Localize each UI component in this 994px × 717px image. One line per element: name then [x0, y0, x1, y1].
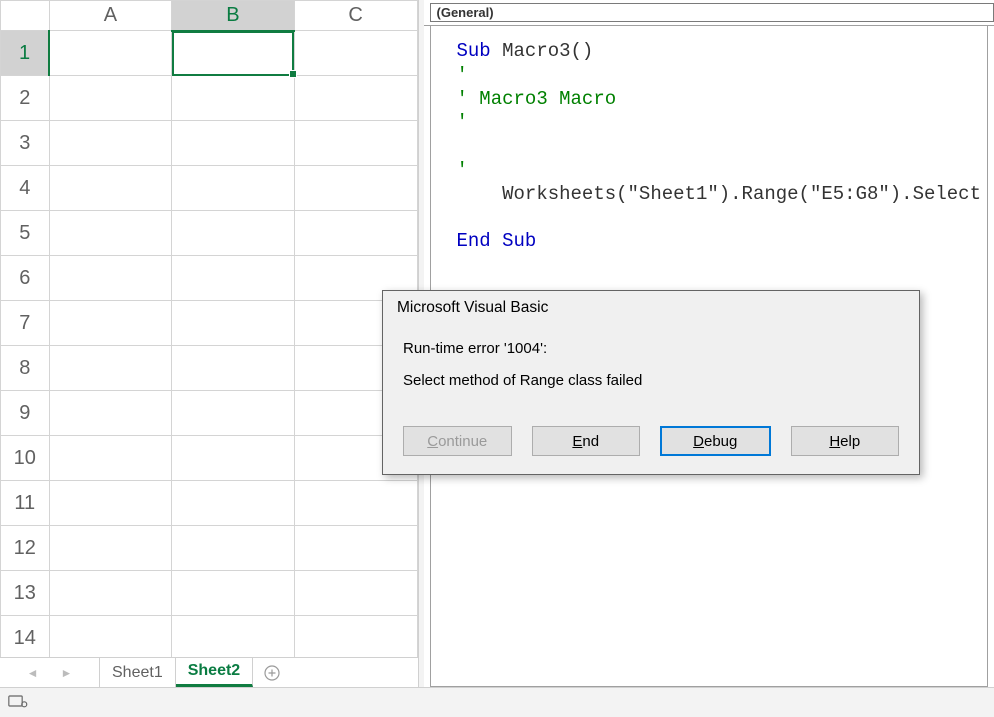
- code-comment-2: ' Macro3 Macro: [457, 88, 617, 110]
- cell-A6[interactable]: [49, 256, 172, 301]
- grid-table: A B C 1 2 3 4 5 6 7 8 9: [0, 0, 418, 657]
- row-header-12[interactable]: 12: [1, 526, 50, 571]
- select-all-corner[interactable]: [1, 1, 50, 31]
- cell-C1[interactable]: [294, 31, 417, 76]
- macro-record-icon[interactable]: [8, 693, 28, 712]
- cell-C13[interactable]: [294, 571, 417, 616]
- plus-circle-icon: [264, 665, 280, 681]
- dialog-button-row: Continue End Debug Help: [383, 418, 919, 474]
- tab-scroll-arrows[interactable]: ◄ ►: [0, 658, 100, 687]
- dialog-error-code: Run-time error '1004':: [403, 333, 899, 365]
- cell-A2[interactable]: [49, 76, 172, 121]
- code-comment-4: ': [457, 159, 468, 181]
- row-header-1[interactable]: 1: [1, 31, 50, 76]
- cell-B5[interactable]: [172, 211, 295, 256]
- col-header-A[interactable]: A: [49, 1, 172, 31]
- cell-C4[interactable]: [294, 166, 417, 211]
- code-kw-endsub: End Sub: [457, 230, 537, 252]
- code-comment-3: ': [457, 111, 468, 133]
- tab-scroll-right-icon: ►: [61, 666, 73, 680]
- cell-C5[interactable]: [294, 211, 417, 256]
- cell-B12[interactable]: [172, 526, 295, 571]
- cell-C14[interactable]: [294, 616, 417, 658]
- row-header-11[interactable]: 11: [1, 481, 50, 526]
- row-header-9[interactable]: 9: [1, 391, 50, 436]
- continue-button: Continue: [403, 426, 512, 456]
- cell-B11[interactable]: [172, 481, 295, 526]
- cell-B3[interactable]: [172, 121, 295, 166]
- vbe-object-dropdown-label: (General): [437, 5, 494, 20]
- status-bar: [0, 687, 994, 717]
- row-header-7[interactable]: 7: [1, 301, 50, 346]
- help-button[interactable]: Help: [791, 426, 900, 456]
- cell-B6[interactable]: [172, 256, 295, 301]
- cell-B10[interactable]: [172, 436, 295, 481]
- cell-A9[interactable]: [49, 391, 172, 436]
- new-sheet-button[interactable]: [253, 658, 291, 687]
- row-header-3[interactable]: 3: [1, 121, 50, 166]
- row-header-4[interactable]: 4: [1, 166, 50, 211]
- cell-C3[interactable]: [294, 121, 417, 166]
- cell-B13[interactable]: [172, 571, 295, 616]
- cell-A4[interactable]: [49, 166, 172, 211]
- vbe-toolbar: (General): [424, 0, 994, 26]
- sheet-tab-sheet2[interactable]: Sheet2: [176, 658, 253, 687]
- code-comment-1: ': [457, 64, 468, 86]
- cell-B1[interactable]: [172, 31, 295, 76]
- cell-C11[interactable]: [294, 481, 417, 526]
- cell-C2[interactable]: [294, 76, 417, 121]
- cell-A13[interactable]: [49, 571, 172, 616]
- cell-A12[interactable]: [49, 526, 172, 571]
- code-kw-sub: Sub: [457, 40, 503, 62]
- cell-B8[interactable]: [172, 346, 295, 391]
- col-header-C[interactable]: C: [294, 1, 417, 31]
- cell-B7[interactable]: [172, 301, 295, 346]
- sheet-tab-sheet1[interactable]: Sheet1: [100, 658, 176, 687]
- code-sub-name: Macro3(): [502, 40, 593, 62]
- debug-button[interactable]: Debug: [660, 426, 771, 456]
- cell-B2[interactable]: [172, 76, 295, 121]
- dialog-title: Microsoft Visual Basic: [383, 291, 919, 327]
- cell-B14[interactable]: [172, 616, 295, 658]
- cell-A10[interactable]: [49, 436, 172, 481]
- end-button[interactable]: End: [532, 426, 641, 456]
- cell-C12[interactable]: [294, 526, 417, 571]
- dialog-body: Run-time error '1004': Select method of …: [383, 327, 919, 418]
- cell-A11[interactable]: [49, 481, 172, 526]
- tab-scroll-left-icon: ◄: [27, 666, 39, 680]
- row-header-5[interactable]: 5: [1, 211, 50, 256]
- code-body-line: Worksheets("Sheet1").Range("E5:G8").Sele…: [457, 183, 982, 205]
- row-header-8[interactable]: 8: [1, 346, 50, 391]
- cell-A7[interactable]: [49, 301, 172, 346]
- vbe-object-dropdown[interactable]: (General): [430, 3, 994, 22]
- row-header-2[interactable]: 2: [1, 76, 50, 121]
- row-header-10[interactable]: 10: [1, 436, 50, 481]
- cell-B4[interactable]: [172, 166, 295, 211]
- cell-A1[interactable]: [49, 31, 172, 76]
- cell-A3[interactable]: [49, 121, 172, 166]
- cell-B9[interactable]: [172, 391, 295, 436]
- row-header-13[interactable]: 13: [1, 571, 50, 616]
- error-dialog: Microsoft Visual Basic Run-time error '1…: [382, 290, 920, 475]
- cell-A8[interactable]: [49, 346, 172, 391]
- worksheet-grid[interactable]: A B C 1 2 3 4 5 6 7 8 9: [0, 0, 418, 657]
- cell-A5[interactable]: [49, 211, 172, 256]
- row-header-6[interactable]: 6: [1, 256, 50, 301]
- cell-A14[interactable]: [49, 616, 172, 658]
- worksheet-pane: A B C 1 2 3 4 5 6 7 8 9: [0, 0, 419, 687]
- col-header-B[interactable]: B: [172, 1, 295, 31]
- dialog-error-message: Select method of Range class failed: [403, 365, 899, 397]
- sheet-tab-bar: ◄ ► Sheet1 Sheet2: [0, 657, 418, 687]
- row-header-14[interactable]: 14: [1, 616, 50, 658]
